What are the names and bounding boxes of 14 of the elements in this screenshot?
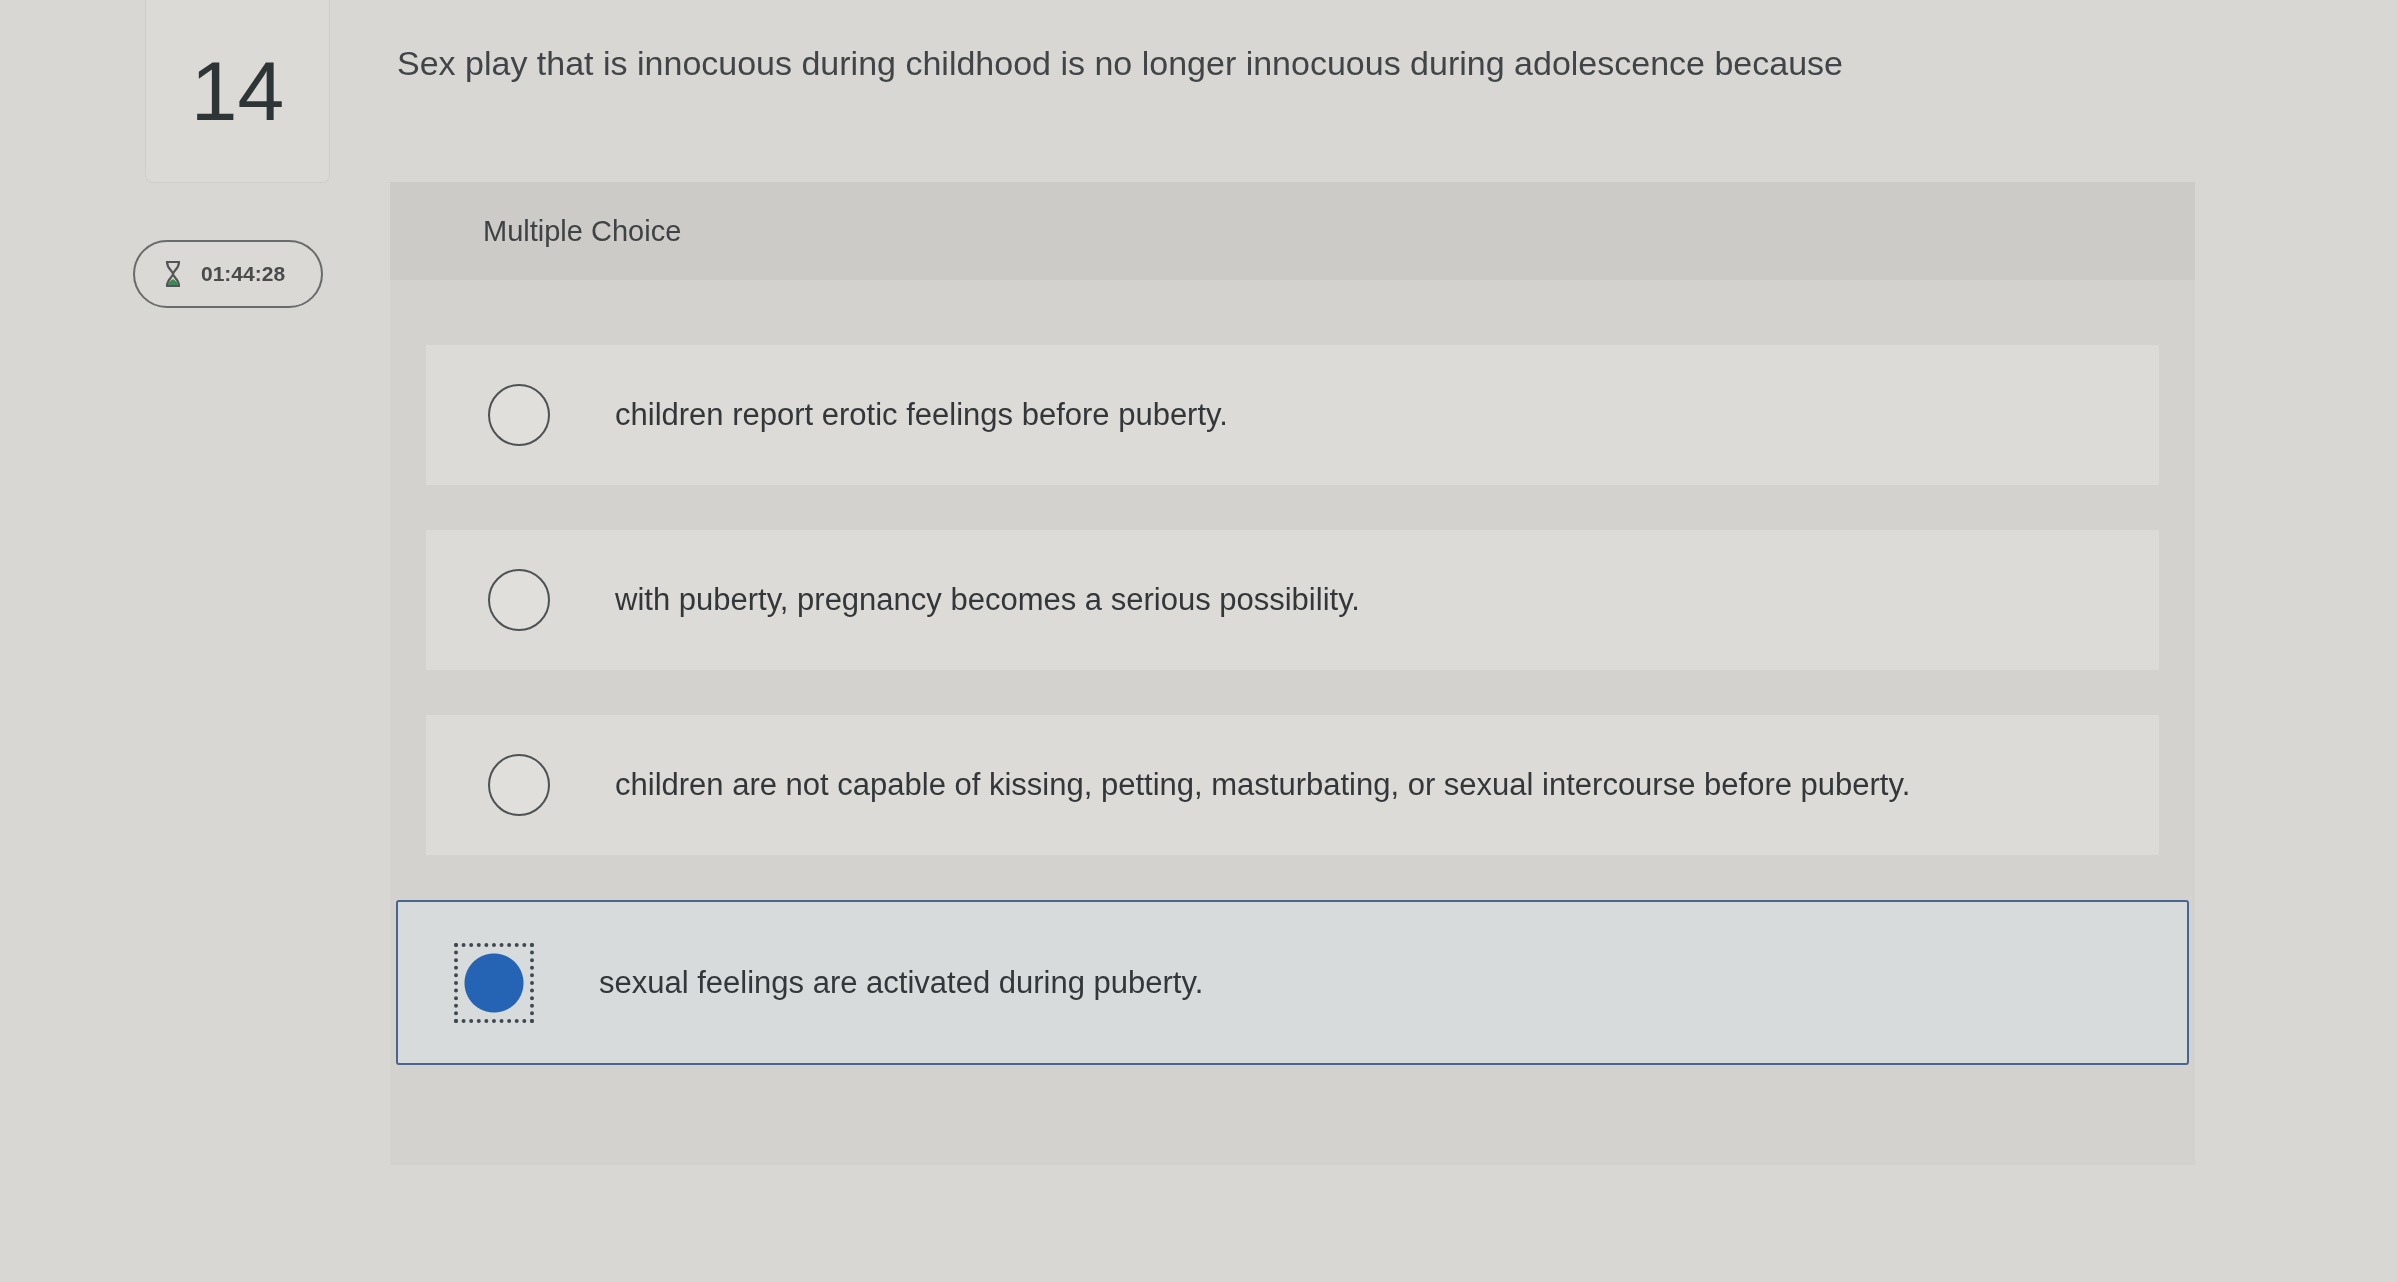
option-text: children report erotic feelings before puberty. xyxy=(615,397,1228,433)
option-text: sexual feelings are activated during puberty. xyxy=(599,964,1204,1001)
hourglass-icon xyxy=(163,260,183,288)
timer-text: 01:44:28 xyxy=(201,262,286,286)
answer-option[interactable]: children are not capable of kissing, petting, masturbating, or sexual intercourse before puberty. xyxy=(426,715,2159,855)
option-text: children are not capable of kissing, petting, masturbating, or sexual intercourse before puberty. xyxy=(615,767,1911,803)
answer-option[interactable]: sexual feelings are activated during puberty. xyxy=(396,900,2189,1065)
option-text: with puberty, pregnancy becomes a serious possibility. xyxy=(615,582,1360,618)
question-number: 14 xyxy=(145,0,330,183)
answer-option[interactable]: with puberty, pregnancy becomes a serious possibility. xyxy=(426,530,2159,670)
question-text: Sex play that is innocuous during childhood is no longer innocuous during adolescence because xyxy=(396,43,1844,84)
answer-option[interactable]: children report erotic feelings before puberty. xyxy=(426,345,2159,485)
radio-button[interactable] xyxy=(454,942,534,1023)
question-type-label: Multiple Choice xyxy=(483,214,682,248)
